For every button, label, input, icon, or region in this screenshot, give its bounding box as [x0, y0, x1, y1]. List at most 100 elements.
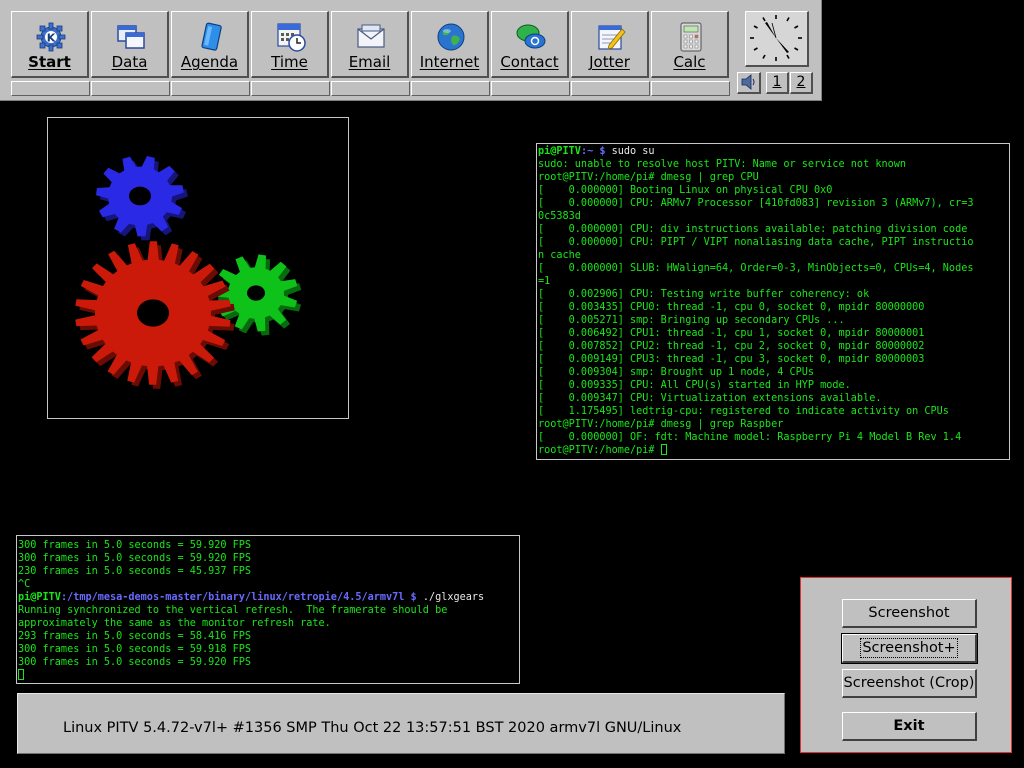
terminal-text: [ 0.006492] CPU1: thread -1, cpu 1, sock… [538, 328, 925, 339]
screenshot-label: Screenshot [868, 605, 950, 621]
system-info-bar: Linux PITV 5.4.72-v7l+ #1356 SMP Thu Oct… [17, 693, 785, 754]
terminal-line: [ 0.006492] CPU1: thread -1, cpu 1, sock… [538, 327, 1009, 340]
terminal-line: 293 frames in 5.0 seconds = 58.416 FPS [18, 630, 519, 643]
terminal-text: [ 0.009149] CPU3: thread -1, cpu 3, sock… [538, 354, 925, 365]
launcher-strip [251, 81, 330, 96]
launcher-email-button[interactable]: Email [331, 11, 409, 78]
launcher-label: Internet [419, 53, 480, 71]
launcher-data-button[interactable]: Data [91, 11, 169, 78]
globe-icon [437, 23, 465, 51]
speaker-icon [741, 74, 754, 90]
desktop-1-button[interactable]: 1 [766, 72, 789, 94]
launcher-strip [171, 81, 250, 96]
terminal-text: root@PITV:/home/pi# dmesg | grep CPU [538, 172, 759, 183]
launcher-label: Calc [673, 53, 706, 71]
volume-button[interactable] [737, 72, 761, 94]
terminal-line: root@PITV:/home/pi# [538, 444, 1009, 457]
terminal-line: 300 frames in 5.0 seconds = 59.920 FPS [18, 656, 519, 669]
glxgears-window[interactable] [47, 117, 349, 419]
launcher-jotter-button[interactable]: Jotter [571, 11, 649, 78]
envelope-icon [357, 24, 385, 48]
terminal-line: n cache [538, 249, 1009, 262]
screenshot-button[interactable]: Screenshot [842, 599, 977, 628]
terminal-line: 300 frames in 5.0 seconds = 59.920 FPS [18, 539, 519, 552]
terminal-line: root@PITV:/home/pi# dmesg | grep CPU [538, 171, 1009, 184]
screenshot-crop-label: Screenshot (Crop) [843, 675, 975, 691]
launcher-label: Jotter [589, 53, 630, 71]
screenshot-plus-button[interactable]: Screenshot+ [841, 633, 978, 664]
uname-text: Linux PITV 5.4.72-v7l+ #1356 SMP Thu Oct… [63, 720, 682, 736]
terminal-text: [ 1.175495] ledtrig-cpu: registered to i… [538, 406, 949, 417]
terminal-line: [ 0.002906] CPU: Testing write buffer co… [538, 288, 1009, 301]
prompt-segment: pi@PITV [18, 592, 61, 603]
prompt-segment: sudo su [611, 146, 655, 157]
terminal-line: pi@PITV:~ $ sudo su [538, 145, 1009, 158]
terminal-window-bottom[interactable]: 300 frames in 5.0 seconds = 59.920 FPS 30… [16, 535, 520, 684]
launcher-label: Agenda [180, 53, 239, 71]
launcher-internet-button[interactable]: Internet [411, 11, 489, 78]
terminal-text: n cache [538, 250, 581, 261]
prompt-segment: pi@PITV [538, 146, 581, 157]
notepad-pen-icon [598, 25, 626, 50]
terminal-text: 300 frames in 5.0 seconds = 59.918 FPS [18, 644, 252, 655]
launcher-contact-button[interactable]: Contact [491, 11, 569, 78]
terminal-line: 230 frames in 5.0 seconds = 45.937 FPS [18, 565, 519, 578]
analog-clock [745, 11, 809, 67]
terminal-line: [ 0.009335] CPU: All CPU(s) started in H… [538, 379, 1009, 392]
terminal-text: sudo: unable to resolve host PITV: Name … [538, 159, 907, 170]
launcher-strip [91, 81, 170, 96]
launcher-agenda-button[interactable]: Agenda [171, 11, 249, 78]
launcher-calc-button[interactable]: Calc [651, 11, 729, 78]
terminal-cursor [660, 444, 667, 455]
calendar-clock-icon [277, 23, 306, 52]
terminal-text: 293 frames in 5.0 seconds = 58.416 FPS [18, 631, 252, 642]
terminal-text: [ 0.000000] OF: fdt: Machine model: Rasp… [538, 432, 962, 443]
desktop-2-label: 2 [796, 74, 806, 90]
terminal-text: [ 0.003435] CPU0: thread -1, cpu 0, sock… [538, 302, 925, 313]
launcher-label: Data [111, 53, 148, 71]
launcher-label: Start [28, 53, 71, 71]
terminal-text: [ 0.002906] CPU: Testing write buffer co… [538, 289, 870, 300]
terminal-line: [ 1.175495] ledtrig-cpu: registered to i… [538, 405, 1009, 418]
desktop-1-label: 1 [772, 74, 782, 90]
terminal-line: approximately the same as the monitor re… [18, 617, 519, 630]
terminal-line: [ 0.000000] SLUB: HWalign=64, Order=0-3,… [538, 262, 1009, 275]
launcher-strip [491, 81, 570, 96]
red-gear [75, 241, 235, 389]
terminal-line: [ 0.009304] smp: Brought up 1 node, 4 CP… [538, 366, 1009, 379]
launcher-label: Contact [500, 53, 559, 71]
terminal-text: root@PITV:/home/pi# [538, 445, 661, 456]
terminal-text: Running synchronized to the vertical ref… [18, 605, 448, 616]
terminal-line: [ 0.003435] CPU0: thread -1, cpu 0, sock… [538, 301, 1009, 314]
terminal-line: [ 0.009149] CPU3: thread -1, cpu 3, sock… [538, 353, 1009, 366]
exit-button[interactable]: Exit [842, 712, 977, 741]
terminal-text: [ 0.009335] CPU: All CPU(s) started in H… [538, 380, 851, 391]
launcher-time-button[interactable]: Time [251, 11, 329, 78]
screenshot-dialog: Screenshot Screenshot+ Screenshot (Crop)… [800, 577, 1012, 753]
launcher-strip [651, 81, 730, 96]
terminal-text: 300 frames in 5.0 seconds = 59.920 FPS [18, 553, 252, 564]
terminal-text: approximately the same as the monitor re… [18, 618, 331, 629]
terminal-text: [ 0.000000] Booting Linux on physical CP… [538, 185, 833, 196]
desktop-2-button[interactable]: 2 [790, 72, 813, 94]
prompt-segment: :~ $ [580, 146, 612, 157]
prompt-segment: ./glxgears [422, 592, 485, 603]
exit-label: Exit [893, 718, 925, 734]
terminal-line: pi@PITV:/tmp/mesa-demos-master/binary/li… [18, 591, 519, 604]
screenshot-crop-button[interactable]: Screenshot (Crop) [842, 669, 977, 698]
terminal-line: =1 [538, 275, 1009, 288]
terminal-text: [ 0.000000] CPU: div instructions availa… [538, 224, 968, 235]
windows-icon [117, 25, 145, 49]
terminal-window-top[interactable]: pi@PITV:~ $ sudo su sudo: unable to resol… [536, 143, 1010, 460]
launcher-start-button[interactable]: K Start [11, 11, 89, 78]
terminal-text: ^C [18, 579, 31, 590]
terminal-line: [ 0.005271] smp: Bringing up secondary C… [538, 314, 1009, 327]
terminal-text: [ 0.000000] CPU: ARMv7 Processor [410fd0… [538, 198, 974, 209]
blue-gear [96, 156, 188, 241]
chat-bubbles-icon [516, 24, 546, 49]
svg-text:K: K [47, 32, 56, 45]
launcher-label: Email [348, 53, 391, 71]
terminal-text: =1 [538, 276, 551, 287]
terminal-line: [ 0.007852] CPU2: thread -1, cpu 2, sock… [538, 340, 1009, 353]
calculator-icon [680, 22, 702, 52]
